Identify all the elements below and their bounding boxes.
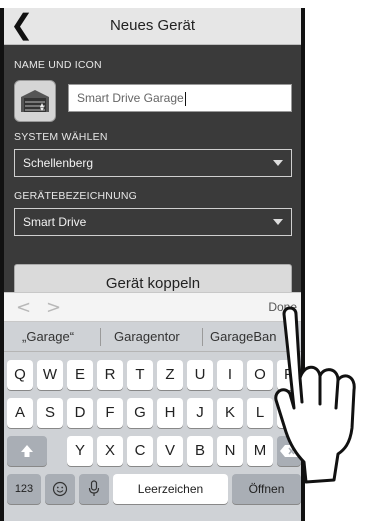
text-caret xyxy=(184,91,186,106)
key[interactable]: S xyxy=(37,398,63,428)
key[interactable]: Y xyxy=(67,436,93,466)
device-name-value: Smart Drive Garage xyxy=(77,91,184,105)
top-bar: ❮ Neues Gerät xyxy=(4,8,301,45)
key[interactable]: A xyxy=(7,398,33,428)
key[interactable]: J xyxy=(187,398,213,428)
key[interactable]: V xyxy=(157,436,183,466)
shift-icon xyxy=(21,445,33,457)
key[interactable]: T xyxy=(127,360,153,390)
numbers-key[interactable]: 123 xyxy=(7,474,41,504)
device-icon-picker[interactable] xyxy=(14,80,56,122)
suggestion-divider xyxy=(202,328,203,346)
name-section-label: NAME UND ICON xyxy=(14,59,102,71)
key[interactable]: K xyxy=(217,398,243,428)
system-section-label: SYSTEM WÄHLEN xyxy=(14,131,108,143)
key[interactable]: M xyxy=(247,436,273,466)
key[interactable]: R xyxy=(97,360,123,390)
system-select[interactable]: Schellenberg xyxy=(14,149,292,177)
system-select-value: Schellenberg xyxy=(23,156,94,170)
keyboard-toolbar: < > Done xyxy=(4,292,301,322)
suggestion-bar: „Garage“ Garagentor GarageBan xyxy=(4,322,301,352)
suggestion-item[interactable]: GarageBan xyxy=(210,329,277,344)
key[interactable]: X xyxy=(97,436,123,466)
key[interactable]: D xyxy=(67,398,93,428)
key[interactable]: O xyxy=(247,360,273,390)
device-type-select-value: Smart Drive xyxy=(23,215,87,229)
microphone-icon xyxy=(88,480,100,496)
page-title: Neues Gerät xyxy=(109,17,196,34)
suggestion-item[interactable]: „Garage“ xyxy=(22,329,74,344)
suggestion-divider xyxy=(100,328,101,346)
dictation-key[interactable] xyxy=(79,474,109,504)
garage-door-icon xyxy=(21,90,49,112)
key[interactable]: F xyxy=(97,398,123,428)
shift-key[interactable] xyxy=(7,436,47,466)
dropdown-arrow-icon xyxy=(273,160,283,166)
key[interactable]: U xyxy=(187,360,213,390)
on-screen-keyboard: Q W E R T Z U I O P A S D F G H J K L Ö xyxy=(4,352,301,521)
space-key[interactable]: Leerzeichen xyxy=(113,474,228,504)
key[interactable]: W xyxy=(37,360,63,390)
key[interactable]: C xyxy=(127,436,153,466)
key[interactable]: N xyxy=(217,436,243,466)
device-type-select[interactable]: Smart Drive xyxy=(14,208,292,236)
next-field-icon[interactable]: > xyxy=(46,297,61,318)
suggestion-item[interactable]: Garagentor xyxy=(114,329,180,344)
device-name-input[interactable]: Smart Drive Garage xyxy=(68,84,292,112)
pointing-hand-illustration xyxy=(274,306,356,484)
key[interactable]: B xyxy=(187,436,213,466)
key[interactable]: H xyxy=(157,398,183,428)
previous-field-icon[interactable]: < xyxy=(16,297,31,318)
key[interactable]: E xyxy=(67,360,93,390)
phone-screen: ❮ Neues Gerät NAME UND ICON Smart Drive … xyxy=(0,8,305,521)
key[interactable]: I xyxy=(217,360,243,390)
emoji-icon xyxy=(52,481,68,497)
key[interactable]: L xyxy=(247,398,273,428)
key[interactable]: Z xyxy=(157,360,183,390)
device-type-section-label: GERÄTEBEZEICHNUNG xyxy=(14,190,137,202)
dropdown-arrow-icon xyxy=(273,219,283,225)
key[interactable]: Q xyxy=(7,360,33,390)
key[interactable]: G xyxy=(127,398,153,428)
emoji-key[interactable] xyxy=(45,474,75,504)
